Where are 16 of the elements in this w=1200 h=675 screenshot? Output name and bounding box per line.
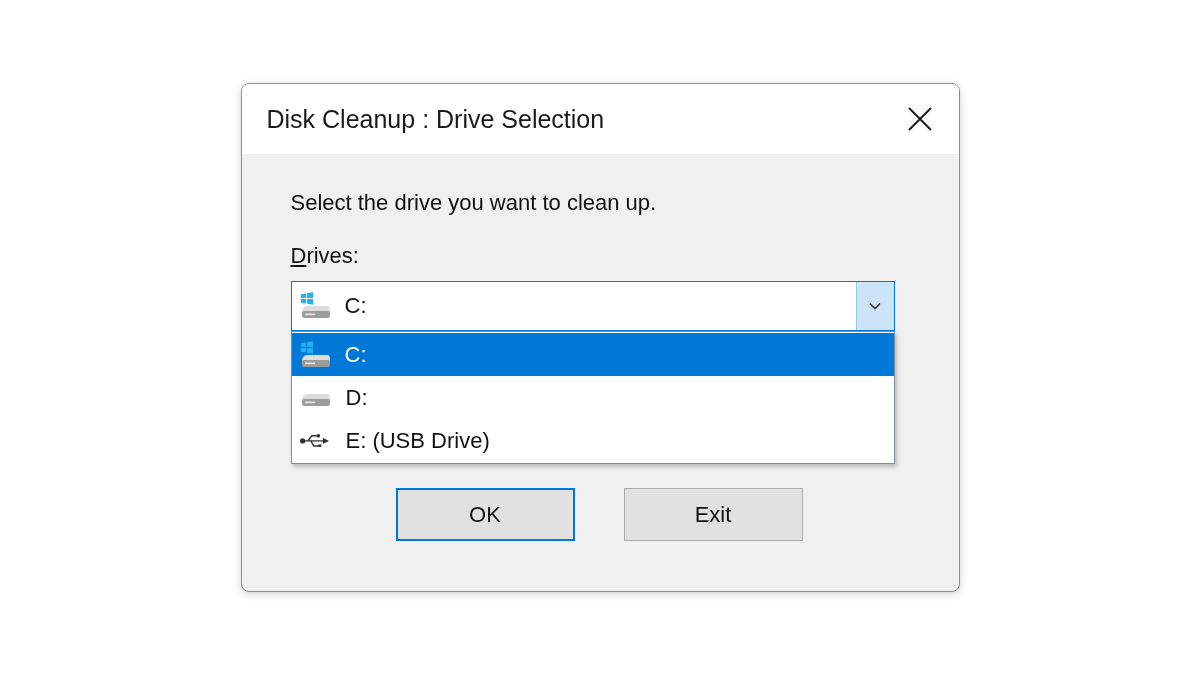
drive-list-item[interactable]: C:: [291, 333, 894, 376]
windows-drive-icon: [298, 340, 331, 369]
window-title: Disk Cleanup : Drive Selection: [266, 104, 605, 134]
ok-button[interactable]: OK: [395, 488, 575, 541]
exit-button[interactable]: Exit: [623, 488, 803, 541]
drive-list-item[interactable]: D:: [291, 376, 894, 419]
windows-drive-icon: [298, 292, 331, 320]
chevron-down-icon: [869, 302, 881, 310]
close-icon: [907, 107, 932, 131]
drive-list-item[interactable]: E: (USB Drive): [291, 419, 894, 462]
combo-value: C:: [344, 293, 368, 319]
drives-label: Drives:: [290, 243, 359, 269]
drive-combo-box[interactable]: C:: [290, 281, 895, 331]
instruction-text: Select the drive you want to clean up.: [290, 190, 657, 216]
hard-drive-icon: [301, 394, 330, 406]
usb-icon: [299, 433, 329, 448]
